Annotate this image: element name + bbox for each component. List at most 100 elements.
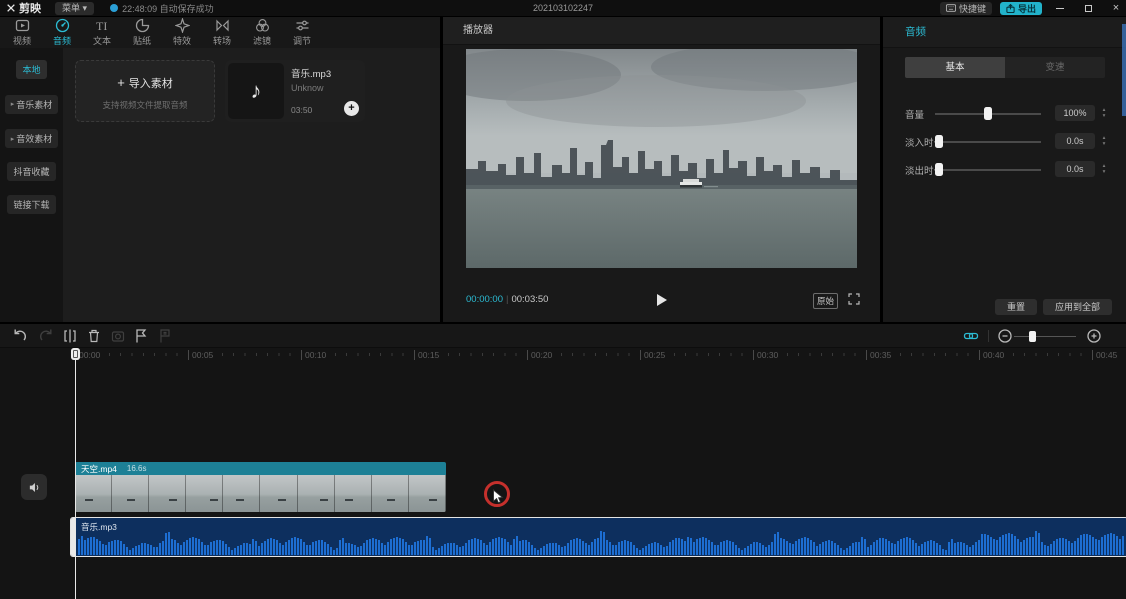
waveform-bar: [423, 540, 425, 555]
waveform-bar: [222, 541, 224, 555]
sidebar-item-link-download[interactable]: 链接下载: [7, 195, 56, 214]
export-button[interactable]: 导出: [999, 1, 1042, 15]
tab-speed[interactable]: 变速: [1005, 57, 1105, 78]
sidebar-item-music-assets[interactable]: ▸ 音乐素材: [4, 94, 59, 114]
sidebar-item-label: 音效素材: [16, 134, 53, 144]
waveform-bar: [816, 545, 818, 555]
waveform-bar: [378, 540, 380, 555]
audio-clip[interactable]: 音乐.mp3: [70, 517, 1126, 557]
sidebar-item-local[interactable]: 本地: [16, 60, 47, 79]
waveform-bar: [486, 544, 488, 555]
waveform-bar: [321, 540, 323, 555]
fullscreen-icon[interactable]: [848, 293, 860, 305]
waveform-bar: [1044, 544, 1046, 555]
waveform-bar: [108, 542, 110, 555]
media-tab-effects[interactable]: 特效: [162, 17, 202, 48]
mute-track-button[interactable]: [21, 474, 47, 500]
fade-out-stepper[interactable]: ▴ ▾: [1098, 161, 1110, 177]
auto-beat-icon[interactable]: [157, 328, 173, 344]
media-tab-transition[interactable]: 转场: [202, 17, 242, 48]
volume-value[interactable]: 100%: [1055, 105, 1095, 121]
timeline-zoom-handle[interactable]: [1028, 330, 1036, 342]
zoom-out-icon[interactable]: [997, 328, 1013, 344]
waveform-bar: [597, 537, 599, 555]
fade-out-slider-handle[interactable]: [935, 163, 943, 176]
fade-out-value[interactable]: 0.0s: [1055, 161, 1095, 177]
freeze-frame-icon[interactable]: [110, 328, 126, 344]
waveform-bar: [261, 543, 263, 555]
shortcuts-button[interactable]: 快捷键: [939, 1, 992, 15]
add-to-timeline-button[interactable]: +: [344, 101, 359, 116]
media-tab-video[interactable]: 视频: [2, 17, 42, 48]
sidebar-item-sound-effects[interactable]: ▸ 音效素材: [4, 129, 59, 148]
waveform-bar: [981, 534, 983, 555]
waveform-bar: [1041, 541, 1043, 555]
waveform-bar: [174, 540, 176, 555]
waveform-bar: [1014, 536, 1016, 555]
tab-basic[interactable]: 基本: [905, 57, 1005, 78]
music-asset-card[interactable]: ♪ 音乐.mp3 Unknow 03:50 +: [225, 60, 365, 122]
media-tab-audio[interactable]: 音频: [42, 17, 82, 48]
apply-to-all-button[interactable]: 应用到全部: [1042, 299, 1112, 315]
waveform-bar: [771, 542, 773, 555]
volume-slider[interactable]: [935, 107, 1041, 120]
undo-icon[interactable]: [12, 328, 28, 344]
zoom-in-icon[interactable]: [1086, 328, 1102, 344]
waveform-bar: [870, 545, 872, 555]
waveform-bar: [471, 538, 473, 555]
waveform-bar: [630, 542, 632, 555]
waveform-bar: [198, 539, 200, 555]
waveform-bar: [420, 539, 422, 555]
minimize-button[interactable]: [1050, 0, 1070, 16]
fade-in-value[interactable]: 0.0s: [1055, 133, 1095, 149]
playhead[interactable]: [75, 348, 76, 599]
ruler-label: 00:15: [414, 350, 440, 360]
delete-icon[interactable]: [86, 328, 102, 344]
video-clip[interactable]: 天空.mp4 16.6s: [75, 462, 446, 512]
aspect-ratio-button[interactable]: 原始: [812, 293, 838, 309]
timeline-toolbar: [0, 324, 1126, 348]
maximize-button[interactable]: [1078, 0, 1098, 16]
waveform-bar: [132, 547, 134, 555]
media-tab-filter[interactable]: 滤镜: [242, 17, 282, 48]
waveform-bar: [741, 550, 743, 555]
sidebar-item-douyin-favorites[interactable]: 抖音收藏: [7, 162, 56, 181]
waveform-bar: [924, 542, 926, 555]
timeline-zoom-slider[interactable]: [1014, 330, 1076, 342]
filmstrip-thumbnail: [297, 475, 335, 512]
media-tab-text[interactable]: TI 文本: [82, 17, 122, 48]
waveform-bar: [201, 541, 203, 555]
waveform-bar: [708, 539, 710, 555]
close-button[interactable]: ×: [1106, 0, 1126, 16]
flag-mark-icon[interactable]: [133, 328, 149, 344]
filmstrip-thumbnail: [186, 475, 224, 512]
timeline-ruler[interactable]: 00:00 00:05 00:10 00:15 00:20 00:25 00:30 00:35…: [0, 348, 1126, 362]
waveform-bar: [135, 546, 137, 555]
link-tracks-icon[interactable]: [963, 328, 979, 344]
reset-button[interactable]: 重置: [994, 299, 1037, 315]
waveform-bar: [933, 541, 935, 555]
volume-stepper[interactable]: ▴ ▾: [1098, 105, 1110, 121]
waveform-bar: [861, 537, 863, 555]
split-icon[interactable]: [62, 328, 78, 344]
waveform-bar: [1032, 536, 1034, 555]
play-button[interactable]: [656, 294, 667, 306]
total-time: 00:03:50: [511, 294, 549, 305]
fade-in-stepper[interactable]: ▴ ▾: [1098, 133, 1110, 149]
waveform-bar: [153, 547, 155, 555]
menu-button[interactable]: 菜单 ▾: [55, 1, 95, 15]
fade-in-slider-handle[interactable]: [935, 135, 943, 148]
volume-slider-handle[interactable]: [984, 107, 992, 120]
media-tab-sticker[interactable]: 贴纸: [122, 17, 162, 48]
redo-icon[interactable]: [38, 328, 54, 344]
waveform-bar: [96, 538, 98, 555]
waveform-bar: [432, 547, 434, 555]
waveform-bar: [252, 539, 254, 555]
fade-in-slider[interactable]: [935, 135, 1041, 148]
media-tab-adjust[interactable]: 调节: [282, 17, 322, 48]
waveform-bar: [276, 540, 278, 555]
playhead-handle[interactable]: [71, 348, 80, 360]
import-material-card[interactable]: + 导入素材 支持视频文件提取音频: [75, 60, 215, 122]
waveform-bar: [231, 550, 233, 555]
fade-out-slider[interactable]: [935, 163, 1041, 176]
